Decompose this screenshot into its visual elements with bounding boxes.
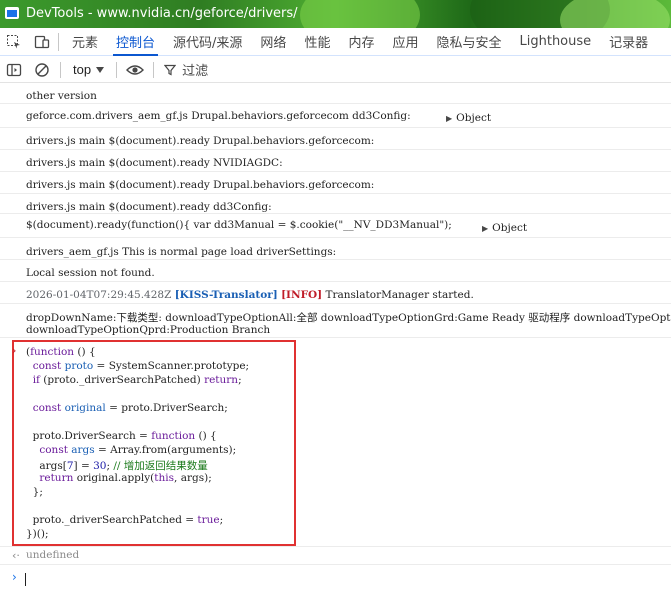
console-message: drivers.js main $(document).ready dd3Con… — [0, 194, 671, 214]
filter-icon — [164, 64, 177, 75]
tab-lighthouse[interactable]: Lighthouse — [511, 28, 601, 56]
message-text: 2026-01-04T07:29:45.428Z [KISS-Translato… — [26, 289, 474, 301]
tab-label: 隐私与安全 — [436, 36, 502, 51]
tab-console[interactable]: 控制台 — [107, 28, 164, 56]
code-line: }; — [26, 486, 43, 498]
row-divider — [0, 546, 671, 547]
tab-label: 性能 — [304, 36, 331, 51]
toolbar-divider — [153, 61, 155, 78]
tab-privacy-security[interactable]: 隐私与安全 — [427, 28, 510, 56]
clear-console-icon[interactable] — [28, 57, 56, 83]
code-line: proto.DriverSearch = function () { — [26, 430, 217, 442]
tab-recorder[interactable]: 记录器 — [600, 28, 657, 56]
context-selector[interactable]: top — [65, 62, 112, 77]
message-text: geforce.com.drivers_aem_gf.js Drupal.beh… — [26, 110, 411, 122]
console-toolbar: top 过滤 — [0, 57, 671, 83]
toolbar-divider — [60, 61, 61, 78]
toolbar-divider — [116, 61, 118, 78]
filter-placeholder: 过滤 — [182, 64, 209, 79]
tab-label: 源代码/来源 — [173, 36, 243, 51]
code-line: return original.apply(this, args); — [39, 472, 212, 484]
title-bg-decoration — [300, 0, 420, 28]
code-line: const args = Array.from(arguments); — [39, 444, 237, 456]
console-input-caret[interactable] — [25, 573, 26, 586]
message-text: drivers.js main $(document).ready Drupal… — [26, 179, 375, 191]
input-echo-chevron-icon: › — [12, 344, 17, 357]
code-line: proto._driverSearchPatched = true; — [26, 514, 224, 526]
tab-label: 应用 — [392, 36, 419, 51]
object-label: Object — [456, 112, 492, 124]
tab-label: 控制台 — [116, 36, 156, 51]
tab-label: 内存 — [348, 36, 375, 51]
tab-network[interactable]: 网络 — [251, 28, 295, 56]
console-message: other version — [0, 84, 671, 104]
code-line: const original = proto.DriverSearch; — [32, 402, 228, 414]
eval-result: undefined — [26, 549, 80, 561]
message-text: dropDownName:下载类型: downloadTypeOptionAll… — [26, 312, 671, 324]
message-tag: [KISS-Translator] — [174, 289, 278, 301]
live-expression-eye-icon[interactable] — [121, 57, 149, 83]
tab-label: 记录器 — [609, 36, 649, 51]
console-message: $(document).ready(function(){ var dd3Man… — [0, 214, 671, 238]
code-line: })(); — [26, 528, 49, 540]
tab-label: Lighthouse — [519, 34, 592, 49]
toolbar-divider — [58, 32, 59, 51]
message-text: drivers.js main $(document).ready NVIDIA… — [26, 157, 283, 169]
code-line: args[7] = 30; // 增加返回结果数量 — [26, 460, 208, 472]
tab-label: 元素 — [72, 36, 99, 51]
message-level-tag: [INFO] — [281, 289, 323, 301]
object-expander[interactable]: ▶ Object — [446, 112, 491, 124]
console-message: drivers.js main $(document).ready Drupal… — [0, 128, 671, 150]
console-message: drivers.js main $(document).ready Drupal… — [0, 172, 671, 194]
device-toolbar-icon[interactable] — [28, 28, 56, 56]
object-expander[interactable]: ▶ Object — [482, 222, 527, 234]
code-line: const proto = SystemScanner.prototype; — [32, 360, 250, 372]
console-message: geforce.com.drivers_aem_gf.js Drupal.beh… — [0, 104, 671, 128]
tab-label: 网络 — [260, 36, 287, 51]
message-text: drivers.js main $(document).ready Drupal… — [26, 135, 375, 147]
tab-elements[interactable]: 元素 — [63, 28, 107, 56]
sidebar-toggle-icon[interactable] — [0, 57, 28, 83]
console-output: other version geforce.com.drivers_aem_gf… — [0, 84, 671, 606]
window-title-bar: DevTools - www.nvidia.cn/geforce/drivers… — [0, 0, 671, 28]
console-message: Local session not found. — [0, 260, 671, 282]
code-line: if (proto._driverSearchPatched) return; — [32, 374, 242, 386]
message-text: $(document).ready(function(){ var dd3Man… — [26, 219, 452, 231]
code-line: (function () { — [26, 346, 96, 358]
expand-triangle-icon: ▶ — [446, 114, 453, 123]
result-return-icon: ‹· — [12, 549, 20, 562]
tab-memory[interactable]: 内存 — [339, 28, 383, 56]
row-divider — [0, 564, 671, 565]
message-text: drivers.js main $(document).ready dd3Con… — [26, 201, 272, 213]
tab-application[interactable]: 应用 — [383, 28, 427, 56]
console-prompt-chevron-icon: › — [12, 570, 17, 584]
inspect-element-icon[interactable] — [0, 28, 28, 56]
filter-input[interactable]: 过滤 — [164, 60, 208, 79]
tab-sources[interactable]: 源代码/来源 — [164, 28, 251, 56]
console-message: dropDownName:下载类型: downloadTypeOptionAll… — [0, 304, 671, 338]
title-bg-decoration — [560, 0, 670, 28]
context-selector-value: top — [73, 62, 92, 77]
expand-triangle-icon: ▶ — [482, 224, 489, 233]
message-body: TranslatorManager started. — [325, 289, 474, 301]
object-label: Object — [492, 222, 528, 234]
message-text: other version — [26, 90, 97, 102]
devtools-app-icon — [5, 7, 19, 19]
message-text: drivers_aem_gf.js This is normal page lo… — [26, 246, 337, 258]
console-message: drivers.js main $(document).ready NVIDIA… — [0, 150, 671, 172]
console-message: drivers_aem_gf.js This is normal page lo… — [0, 238, 671, 260]
message-text: downloadTypeOptionQprd:Production Branch — [26, 324, 271, 336]
tab-performance[interactable]: 性能 — [295, 28, 339, 56]
console-message: 2026-01-04T07:29:45.428Z [KISS-Translato… — [0, 282, 671, 304]
message-timestamp: 2026-01-04T07:29:45.428Z — [26, 289, 172, 301]
window-title: DevTools - www.nvidia.cn/geforce/drivers… — [26, 6, 298, 21]
chevron-down-icon — [96, 66, 105, 73]
message-text: Local session not found. — [26, 267, 155, 279]
devtools-tab-bar: 元素 控制台 源代码/来源 网络 性能 内存 应用 隐私与安全 Lighthou… — [0, 28, 671, 56]
